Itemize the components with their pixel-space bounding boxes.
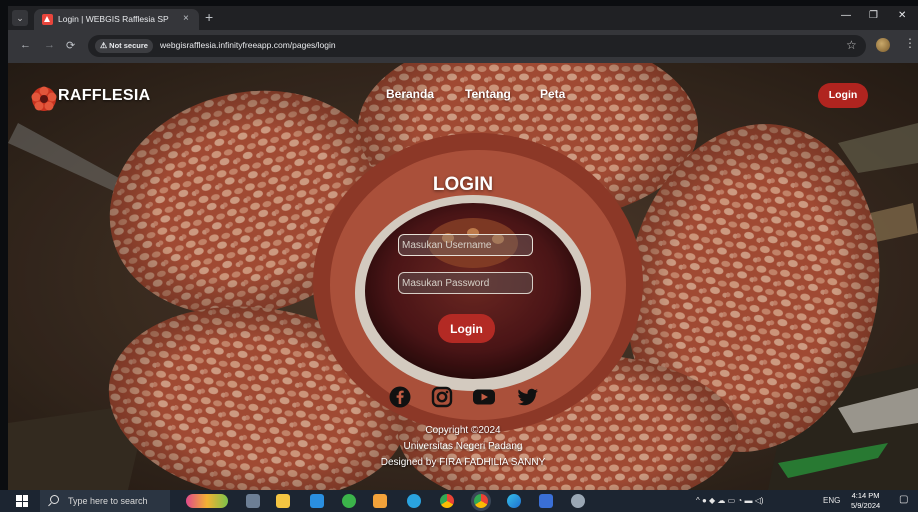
youtube-icon[interactable] <box>472 386 496 408</box>
username-input[interactable] <box>398 234 533 256</box>
nav-link-beranda[interactable]: Beranda <box>386 87 434 101</box>
back-icon[interactable]: ← <box>20 39 31 51</box>
browser-tab-login[interactable]: Login | WEBGIS Rafflesia SP × <box>34 9 199 30</box>
restore-icon[interactable]: ❐ <box>869 10 878 21</box>
extension-icon[interactable] <box>876 38 890 52</box>
browser-window: ⌄ Login | WEBGIS Rafflesia SP × + — ❐ ✕ … <box>8 6 918 490</box>
telegram-icon[interactable] <box>407 494 421 508</box>
forward-icon[interactable]: → <box>44 39 55 51</box>
taskbar-search-placeholder: Type here to search <box>68 496 148 506</box>
qgis-icon[interactable] <box>342 494 356 508</box>
taskbar-clock[interactable]: 4:14 PM 5/9/2024 <box>851 491 880 511</box>
star-icon[interactable]: ☆ <box>846 38 857 52</box>
language-indicator[interactable]: ENG <box>823 496 840 505</box>
tab-search-menu-icon[interactable]: ⌄ <box>12 10 28 26</box>
windows-taskbar: Type here to search ^ ● ◆ ☁ ▭ ◔ ▬ ◁) ENG… <box>0 490 918 512</box>
chrome-active-icon[interactable] <box>474 494 488 508</box>
site-favicon-icon <box>42 14 53 25</box>
clock-time: 4:14 PM <box>851 491 880 500</box>
page-viewport: RAFFLESIA Beranda Tentang Peta Login LOG… <box>8 63 918 490</box>
security-chip[interactable]: ⚠ Not secure <box>95 39 153 53</box>
minimize-icon[interactable]: — <box>841 10 851 21</box>
chrome-icon[interactable] <box>440 494 454 508</box>
rafflesia-logo-icon[interactable] <box>30 85 58 113</box>
footer-designer: Designed by FIRA FADHILIA SANNY <box>380 457 546 468</box>
footer-copyright: Copyright ©2024 <box>425 425 501 436</box>
xampp-icon[interactable] <box>373 494 387 508</box>
new-tab-button[interactable]: + <box>205 9 213 25</box>
tab-close-icon[interactable]: × <box>183 13 189 24</box>
url-text[interactable]: webgisrafflesia.infinityfreeapp.com/page… <box>160 40 336 50</box>
paint-icon[interactable] <box>571 494 585 508</box>
notification-icon[interactable]: ▢ <box>899 494 908 505</box>
browser-toolbar: ← → ⟳ ⚠ Not secure webgisrafflesia.infini… <box>8 30 918 63</box>
taskbar-search-box[interactable]: Type here to search <box>40 490 170 512</box>
search-icon <box>50 495 59 504</box>
edge-icon[interactable] <box>507 494 521 508</box>
brand-name[interactable]: RAFFLESIA <box>58 87 150 105</box>
tab-title: Login | WEBGIS Rafflesia SP <box>58 14 169 24</box>
facebook-icon[interactable] <box>389 386 411 408</box>
login-submit-button[interactable]: Login <box>438 314 495 343</box>
twitter-icon[interactable] <box>517 386 539 408</box>
tab-strip: ⌄ Login | WEBGIS Rafflesia SP × + — ❐ ✕ <box>8 6 918 30</box>
close-window-icon[interactable]: ✕ <box>898 10 906 21</box>
nav-link-tentang[interactable]: Tentang <box>465 87 511 101</box>
warning-icon: ⚠ <box>100 41 108 50</box>
footer-university: Universitas Negeri Padang <box>403 441 523 452</box>
menu-icon[interactable]: ⋮ <box>904 36 916 50</box>
photos-icon[interactable] <box>539 494 553 508</box>
nav-link-peta[interactable]: Peta <box>540 87 565 101</box>
tulip-widget-icon[interactable] <box>186 494 228 508</box>
file-explorer-icon[interactable] <box>276 494 290 508</box>
password-input[interactable] <box>398 272 533 294</box>
windows-start-icon[interactable] <box>16 495 28 507</box>
login-title: LOGIN <box>432 174 494 195</box>
nav-login-button[interactable]: Login <box>818 83 868 108</box>
address-bar[interactable]: ⚠ Not secure webgisrafflesia.infinityfree… <box>88 35 866 57</box>
system-tray-icons[interactable]: ^ ● ◆ ☁ ▭ ◔ ▬ ◁) <box>696 496 764 505</box>
reload-icon[interactable]: ⟳ <box>66 39 75 52</box>
instagram-icon[interactable] <box>431 386 453 408</box>
security-label: Not secure <box>109 41 148 50</box>
task-view-icon[interactable] <box>246 494 260 508</box>
vscode-icon[interactable] <box>310 494 324 508</box>
clock-date: 5/9/2024 <box>851 501 881 510</box>
